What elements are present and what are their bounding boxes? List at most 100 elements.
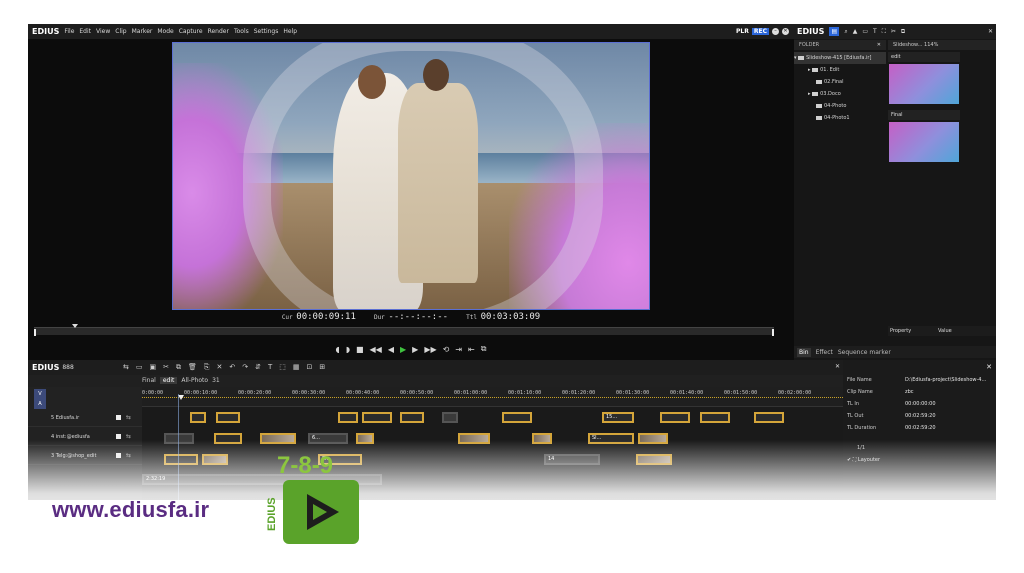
- check-icon[interactable]: ✔: [847, 457, 851, 463]
- snap-icon[interactable]: ⊞: [319, 363, 325, 372]
- track-va-selector[interactable]: V A: [34, 389, 46, 409]
- tree-node-root[interactable]: ▾ Slideshow-415 [Ediusfa.ir]: [794, 52, 886, 64]
- minimize-icon[interactable]: –: [772, 28, 779, 35]
- cut-icon[interactable]: ✂: [891, 28, 896, 35]
- menu-mode[interactable]: Mode: [157, 28, 173, 35]
- track-sync-icon[interactable]: ⇆: [126, 414, 131, 421]
- folder-icon[interactable]: ▤: [829, 27, 840, 36]
- loop-icon[interactable]: ⟲: [443, 345, 450, 354]
- remove-icon[interactable]: ✕: [217, 363, 223, 372]
- step-back-icon[interactable]: ◀: [388, 345, 394, 354]
- timeline-clip[interactable]: [400, 412, 424, 423]
- set-out-icon[interactable]: ◗: [346, 345, 350, 354]
- player-scrub-bar[interactable]: [34, 324, 774, 336]
- fast-forward-icon[interactable]: ▶▶: [424, 345, 436, 354]
- timeline-clip[interactable]: [700, 412, 730, 423]
- menu-help[interactable]: Help: [283, 28, 297, 35]
- menu-tools[interactable]: Tools: [234, 28, 249, 35]
- tree-node-final[interactable]: 02.Final: [794, 76, 886, 88]
- paste-icon[interactable]: ⎘: [204, 363, 210, 372]
- ripple-icon[interactable]: ⇵: [255, 363, 261, 372]
- timeline-clip[interactable]: [660, 412, 690, 423]
- track-toggle[interactable]: [116, 453, 121, 458]
- tab-effect[interactable]: Effect: [816, 349, 833, 356]
- timeline-ruler[interactable]: 0:00:00 00:00:10:00 00:00:20:00 00:00:30…: [142, 387, 843, 407]
- play-icon[interactable]: ▶: [400, 345, 406, 354]
- save-icon[interactable]: ▣: [150, 363, 157, 372]
- timeline-clip[interactable]: [362, 412, 392, 423]
- timeline-close-icon[interactable]: ✕: [835, 363, 840, 370]
- layouter-row[interactable]: ✔ ⛶ Layouter: [847, 457, 880, 463]
- insert-icon[interactable]: ⇥: [455, 345, 462, 354]
- timeline-clip[interactable]: [356, 433, 374, 444]
- timeline-clip[interactable]: [164, 433, 194, 444]
- render-icon[interactable]: ▦: [293, 363, 300, 372]
- scrub-playhead[interactable]: [72, 324, 78, 328]
- close-icon[interactable]: ✕: [782, 28, 789, 35]
- sync-icon[interactable]: ⊡: [307, 363, 313, 372]
- preview-video[interactable]: [172, 42, 650, 310]
- timeline-clip[interactable]: [202, 454, 228, 465]
- redo-icon[interactable]: ↷: [242, 363, 248, 372]
- info-close-icon[interactable]: ✕: [986, 363, 992, 371]
- open-folder-icon[interactable]: ▭: [862, 28, 868, 35]
- set-in-icon[interactable]: ◖: [336, 345, 340, 354]
- timeline-clip[interactable]: [164, 454, 198, 465]
- match-frame-icon[interactable]: ⧉: [481, 344, 487, 354]
- track-toggle[interactable]: [116, 434, 121, 439]
- delete-icon[interactable]: 🗑: [188, 363, 197, 372]
- timeline-clip[interactable]: [502, 412, 532, 423]
- step-forward-icon[interactable]: ▶: [412, 345, 418, 354]
- stop-icon[interactable]: ■: [356, 345, 364, 354]
- seq-tab-final[interactable]: Final: [142, 377, 156, 384]
- marker-icon[interactable]: ⬚: [279, 363, 286, 372]
- timeline-clip[interactable]: [458, 433, 490, 444]
- menu-settings[interactable]: Settings: [254, 28, 279, 35]
- timeline-clip[interactable]: [754, 412, 784, 423]
- timeline-clip[interactable]: [532, 433, 552, 444]
- menu-file[interactable]: File: [64, 28, 74, 35]
- timeline-clip[interactable]: [338, 412, 358, 423]
- copy-icon[interactable]: ⧉: [901, 28, 905, 36]
- timeline-clip[interactable]: 6...: [308, 433, 348, 444]
- timeline-clip[interactable]: Sl...: [588, 433, 634, 444]
- track-sync-icon[interactable]: ⇆: [126, 452, 131, 459]
- tree-node-doco[interactable]: ▸ 03.Doco: [794, 88, 886, 100]
- open-project-icon[interactable]: ▭: [136, 363, 143, 372]
- seq-tab-all-photo[interactable]: All-Photo: [181, 377, 208, 384]
- search-icon[interactable]: ⌕: [844, 28, 847, 36]
- timeline-clip[interactable]: [216, 412, 240, 423]
- plr-button[interactable]: PLR: [736, 28, 749, 35]
- track-header-4[interactable]: 4 inst:@ediusfa ⇆: [28, 428, 142, 446]
- timeline-clip[interactable]: [442, 412, 458, 423]
- menu-view[interactable]: View: [96, 28, 110, 35]
- track-toggle[interactable]: [116, 415, 121, 420]
- up-icon[interactable]: ▲: [853, 28, 858, 35]
- rec-button[interactable]: REC: [751, 28, 769, 35]
- seq-tab-edit[interactable]: edit: [159, 377, 178, 384]
- tab-bin[interactable]: Bin: [797, 347, 811, 357]
- tree-node-photo1[interactable]: 04-Photo1: [794, 112, 886, 124]
- timeline-clip[interactable]: [190, 412, 206, 423]
- menu-marker[interactable]: Marker: [132, 28, 153, 35]
- track-header-5[interactable]: 5 Ediusfa.ir ⇆: [28, 409, 142, 427]
- menu-edit[interactable]: Edit: [79, 28, 91, 35]
- timeline-clip[interactable]: 14: [544, 454, 600, 465]
- folder-close-icon[interactable]: ✕: [877, 40, 881, 50]
- clip-thumbnail-edit[interactable]: [889, 64, 959, 104]
- title-track-icon[interactable]: T: [268, 363, 272, 372]
- title-icon[interactable]: T: [873, 28, 877, 35]
- cut-icon[interactable]: ✂: [163, 363, 169, 372]
- rewind-icon[interactable]: ◀◀: [370, 345, 382, 354]
- crop-icon[interactable]: ⛶: [882, 28, 886, 36]
- undo-icon[interactable]: ↶: [229, 363, 235, 372]
- clip-thumbnail-final[interactable]: [889, 122, 959, 162]
- tab-sequence-marker[interactable]: Sequence marker: [838, 349, 891, 356]
- overwrite-icon[interactable]: ⇤: [468, 345, 475, 354]
- close-bin-icon[interactable]: ✕: [988, 28, 993, 35]
- timeline-clip[interactable]: 15...: [602, 412, 634, 423]
- tree-node-photo[interactable]: 04-Photo: [794, 100, 886, 112]
- track-sync-icon[interactable]: ⇆: [126, 433, 131, 440]
- timeline-clip[interactable]: [636, 454, 672, 465]
- menu-render[interactable]: Render: [208, 28, 229, 35]
